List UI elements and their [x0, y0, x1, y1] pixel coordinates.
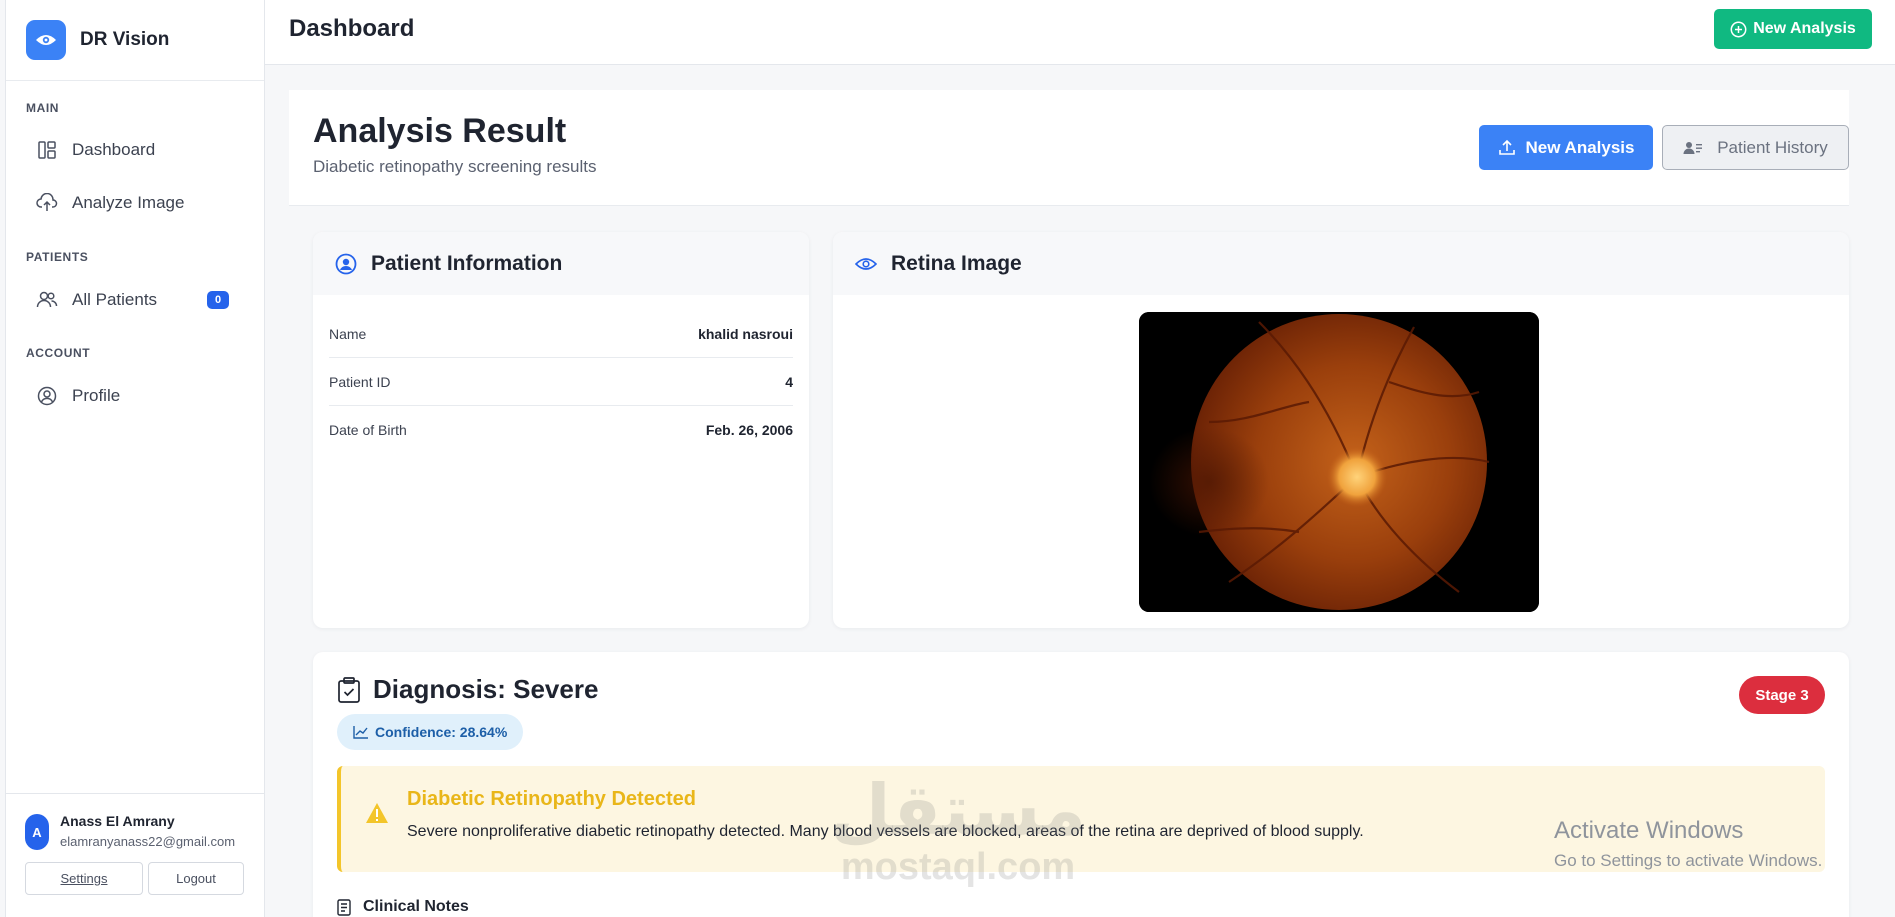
patient-information-title: Patient Information [371, 251, 563, 275]
confidence-text: Confidence: 28.64% [375, 724, 508, 740]
eye-logo-icon [26, 20, 66, 60]
patient-information-header: Patient Information [313, 232, 809, 295]
stage-badge: Stage 3 [1739, 676, 1825, 714]
sidebar-item-profile[interactable]: Profile [16, 376, 256, 416]
user-circle-icon [36, 385, 58, 407]
eye-icon [855, 257, 877, 271]
diagnosis-title: Diagnosis: Severe [337, 674, 598, 705]
new-analysis-button[interactable]: New Analysis [1479, 125, 1653, 170]
sidebar-item-label: Analyze Image [72, 193, 185, 212]
notes-icon [337, 898, 351, 916]
retina-image[interactable] [1139, 312, 1539, 612]
sidebar-item-analyze-image[interactable]: Analyze Image [16, 183, 256, 223]
alert-title: Diabetic Retinopathy Detected [407, 788, 696, 810]
upload-icon [1498, 139, 1516, 157]
info-label: Name [329, 325, 367, 342]
sidebar-item-label: Profile [72, 386, 121, 405]
brand-name: DR Vision [80, 29, 170, 50]
sidebar: DR Vision MAIN Dashboard Analyze Image P… [5, 0, 265, 917]
brand[interactable]: DR Vision [6, 0, 264, 81]
retina-image-card: Retina Image [833, 232, 1849, 628]
header-new-analysis-button[interactable]: New Analysis [1714, 9, 1872, 49]
cloud-upload-icon [36, 192, 58, 214]
user-list-icon [1683, 140, 1703, 156]
diagnosis-card: Diagnosis: Severe Stage 3 Confidence: 28… [313, 652, 1849, 917]
alert-text: Severe nonproliferative diabetic retinop… [407, 823, 1364, 840]
result-header: Analysis Result Diabetic retinopathy scr… [289, 90, 1849, 206]
clipboard-check-icon [337, 676, 361, 703]
result-title: Analysis Result [313, 112, 567, 150]
info-row-date-of-birth: Date of Birth Feb. 26, 2006 [329, 406, 793, 454]
activate-windows-notice: Activate Windows Go to Settings to activ… [1554, 817, 1822, 871]
activate-windows-title: Activate Windows [1554, 817, 1744, 844]
patient-history-label: Patient History [1717, 137, 1828, 157]
page-title: Dashboard [289, 15, 415, 42]
users-icon [36, 289, 58, 311]
patient-history-button[interactable]: Patient History [1662, 125, 1849, 170]
patients-count-badge: 0 [207, 291, 229, 309]
info-row-name: Name khalid nasroui [329, 310, 793, 358]
plus-circle-icon [1730, 21, 1747, 38]
diagnosis-title-text: Diagnosis: Severe [373, 674, 599, 704]
settings-button[interactable]: Settings [25, 862, 143, 895]
patient-information-card: Patient Information Name khalid nasroui … [313, 232, 809, 628]
nav-section-patients: PATIENTS [26, 250, 89, 264]
info-value: 4 [785, 373, 793, 390]
retina-image-header: Retina Image [833, 232, 1849, 295]
info-value: khalid nasroui [698, 325, 793, 342]
activate-windows-subtitle: Go to Settings to activate Windows. [1554, 851, 1823, 870]
warning-icon [365, 802, 389, 829]
sidebar-item-all-patients[interactable]: All Patients 0 [16, 280, 256, 320]
info-value: Feb. 26, 2006 [705, 422, 793, 438]
sidebar-item-dashboard[interactable]: Dashboard [16, 130, 256, 170]
info-label: Date of Birth [329, 422, 407, 438]
sidebar-item-label: All Patients [72, 290, 158, 309]
retina-image-title: Retina Image [891, 251, 1022, 275]
avatar: A [25, 814, 49, 850]
dashboard-icon [36, 139, 58, 161]
user-email: elamranyanass22@gmail.com [60, 834, 236, 849]
nav-section-account: ACCOUNT [26, 346, 91, 360]
confidence-badge: Confidence: 28.64% [337, 714, 524, 750]
user-circle-icon [335, 253, 357, 275]
clinical-notes-title: Clinical Notes [337, 898, 469, 916]
user-box: A Anass El Amrany elamranyanass22@gmail.… [6, 793, 264, 917]
top-header: Dashboard New Analysis [265, 0, 1895, 65]
info-row-patient-id: Patient ID 4 [329, 358, 793, 406]
logout-button[interactable]: Logout [148, 862, 244, 895]
user-name: Anass El Amrany [60, 813, 175, 829]
header-new-analysis-label: New Analysis [1753, 20, 1856, 37]
sidebar-item-label: Dashboard [72, 140, 156, 159]
chart-line-icon [353, 725, 369, 739]
nav-section-main: MAIN [26, 101, 60, 115]
clinical-notes-label: Clinical Notes [363, 898, 469, 915]
result-subtitle: Diabetic retinopathy screening results [313, 157, 597, 176]
info-label: Patient ID [329, 373, 391, 390]
new-analysis-label: New Analysis [1525, 137, 1635, 157]
